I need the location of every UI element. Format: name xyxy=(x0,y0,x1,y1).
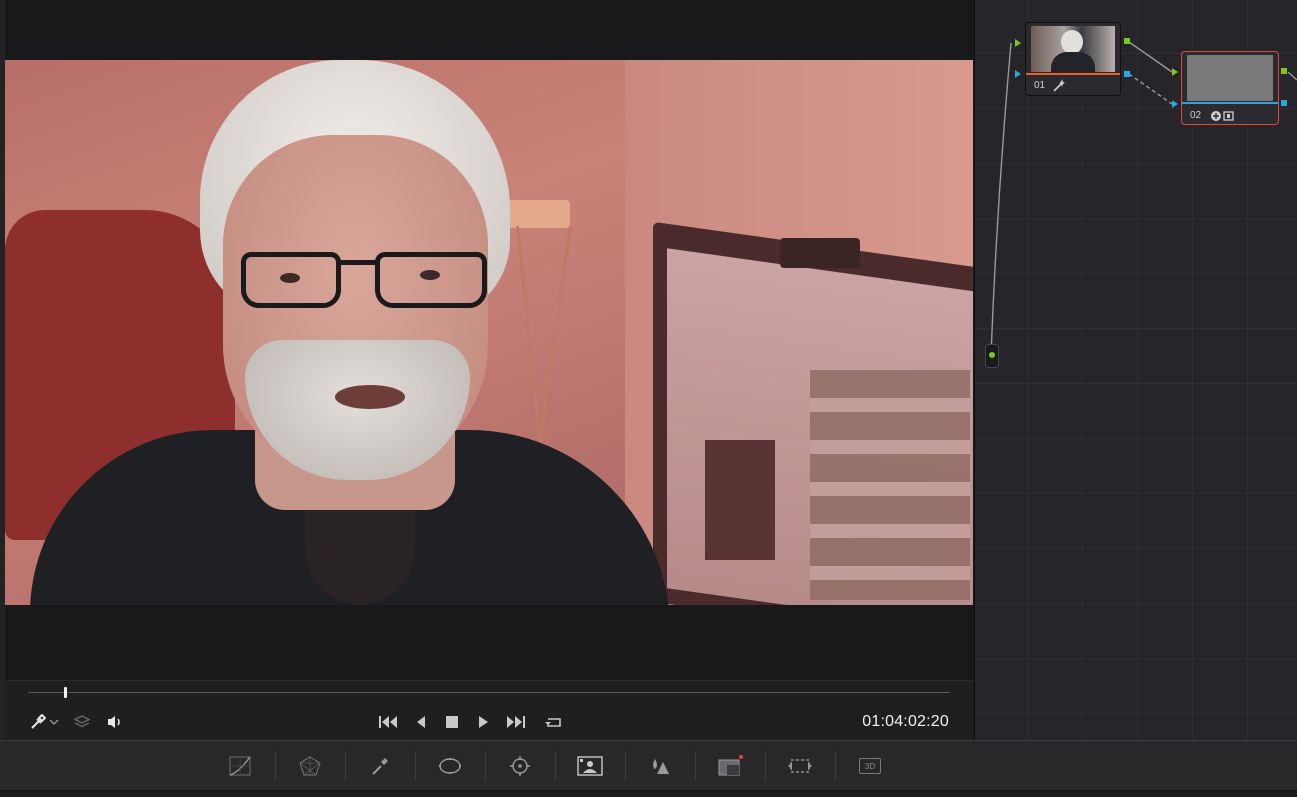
separator xyxy=(835,751,836,781)
separator xyxy=(625,751,626,781)
node-01-alpha-output[interactable] xyxy=(1124,71,1130,77)
key-icon[interactable] xyxy=(717,753,743,779)
stop-icon[interactable] xyxy=(441,711,463,733)
node-thumbnail xyxy=(1031,26,1115,72)
picker-tool-icon[interactable] xyxy=(27,711,49,733)
playhead[interactable] xyxy=(63,687,67,698)
color-warper-icon[interactable] xyxy=(297,753,323,779)
node-label: 01 xyxy=(1034,80,1046,91)
node-02-rgb-output[interactable] xyxy=(1281,68,1287,74)
play-icon[interactable] xyxy=(472,711,494,733)
node-02[interactable]: 02 xyxy=(1181,51,1279,125)
palette-toolbar: 3D xyxy=(0,740,1297,791)
scrubber-track[interactable] xyxy=(28,692,950,693)
node-01-alpha-input[interactable] xyxy=(1015,70,1021,78)
node-label: 02 xyxy=(1190,110,1202,121)
node-01-rgb-input[interactable] xyxy=(1015,39,1021,47)
separator xyxy=(555,751,556,781)
qualifier-icon[interactable] xyxy=(367,753,393,779)
volume-icon[interactable] xyxy=(104,711,126,733)
node-01-rgb-output[interactable] xyxy=(1124,38,1130,44)
blur-icon[interactable] xyxy=(647,753,673,779)
sizing-icon[interactable] xyxy=(787,753,813,779)
layers-icon[interactable] xyxy=(71,711,93,733)
node-01[interactable]: 01 xyxy=(1025,22,1121,96)
loop-icon[interactable] xyxy=(543,711,565,733)
video-frame[interactable] xyxy=(5,60,973,605)
viewer-panel: 01:04:02:20 xyxy=(0,0,975,741)
viewer-transport-bar: 01:04:02:20 xyxy=(5,680,973,741)
step-back-icon[interactable] xyxy=(410,711,432,733)
separator xyxy=(765,751,766,781)
3d-label: 3D xyxy=(859,758,881,774)
separator xyxy=(415,751,416,781)
separator xyxy=(345,751,346,781)
3d-icon[interactable]: 3D xyxy=(857,753,883,779)
magic-mask-icon xyxy=(1052,78,1066,97)
node-02-alpha-output[interactable] xyxy=(1281,100,1287,106)
node-editor[interactable]: 01 02 xyxy=(975,0,1297,740)
node-02-alpha-input[interactable] xyxy=(1172,100,1178,108)
window-icon[interactable] xyxy=(437,753,463,779)
separator xyxy=(275,751,276,781)
curves-icon[interactable] xyxy=(227,753,253,779)
tracker-icon[interactable] xyxy=(507,753,533,779)
skip-to-start-icon[interactable] xyxy=(377,711,399,733)
key-output-icon xyxy=(1210,109,1236,127)
chevron-down-icon[interactable] xyxy=(47,711,61,733)
separator xyxy=(695,751,696,781)
separator xyxy=(485,751,486,781)
node-02-rgb-input[interactable] xyxy=(1172,68,1178,76)
timecode: 01:04:02:20 xyxy=(862,713,949,730)
skip-to-end-icon[interactable] xyxy=(505,711,527,733)
node-thumbnail xyxy=(1187,55,1273,101)
source-input-port[interactable] xyxy=(985,344,999,368)
magic-mask-icon[interactable] xyxy=(577,753,603,779)
